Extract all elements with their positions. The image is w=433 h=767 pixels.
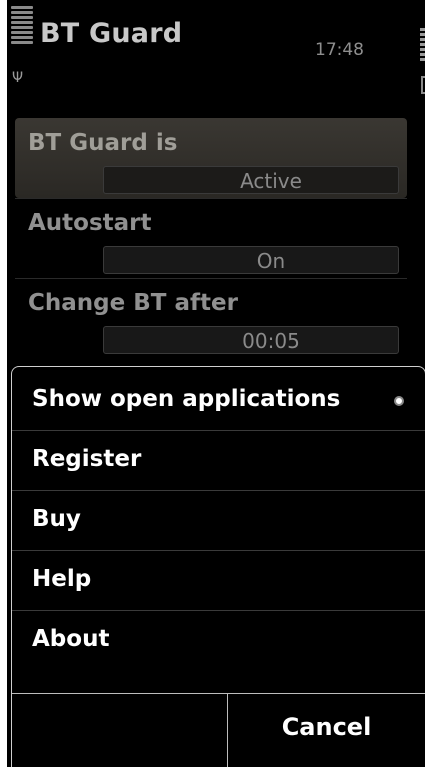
app-title: BT Guard <box>40 18 183 49</box>
menu-item-register[interactable]: Register <box>12 431 425 491</box>
options-menu: Show open applications Register Buy Help… <box>11 366 426 767</box>
menu-item-about[interactable]: About <box>12 611 425 671</box>
setting-value[interactable]: 00:05 <box>103 326 399 354</box>
signal-bars-icon <box>11 6 33 66</box>
softkey-bar: Cancel <box>12 693 425 767</box>
setting-label: BT Guard is <box>28 130 178 156</box>
setting-label: Autostart <box>28 210 152 236</box>
divider <box>15 278 407 279</box>
menu-item-label: Buy <box>32 506 81 532</box>
screen-edge <box>425 0 433 767</box>
divider <box>15 198 407 199</box>
phone-screen: Ψ BT Guard 17:48 BT Guard is Active Auto… <box>0 0 433 767</box>
menu-item-show-open-applications[interactable]: Show open applications <box>12 371 425 431</box>
menu-item-label: Register <box>32 446 142 472</box>
menu-item-label: Show open applications <box>32 386 341 412</box>
setting-value[interactable]: Active <box>103 166 399 194</box>
menu-item-label: About <box>32 626 110 652</box>
screen-edge <box>0 0 7 767</box>
menu-item-label: Help <box>32 566 92 592</box>
cancel-button[interactable]: Cancel <box>228 694 425 767</box>
setting-label: Change BT after <box>28 290 238 316</box>
radio-dot-icon <box>394 396 404 406</box>
setting-bt-guard-status[interactable]: BT Guard is Active <box>15 118 407 198</box>
setting-change-bt-after[interactable]: Change BT after 00:05 <box>15 278 407 358</box>
setting-value[interactable]: On <box>103 246 399 274</box>
menu-item-help[interactable]: Help <box>12 551 425 611</box>
menu-item-buy[interactable]: Buy <box>12 491 425 551</box>
setting-autostart[interactable]: Autostart On <box>15 198 407 278</box>
left-softkey[interactable] <box>12 694 227 767</box>
settings-list: BT Guard is Active Autostart On Change B… <box>15 118 407 358</box>
antenna-icon: Ψ <box>12 70 24 86</box>
clock: 17:48 <box>315 40 364 60</box>
